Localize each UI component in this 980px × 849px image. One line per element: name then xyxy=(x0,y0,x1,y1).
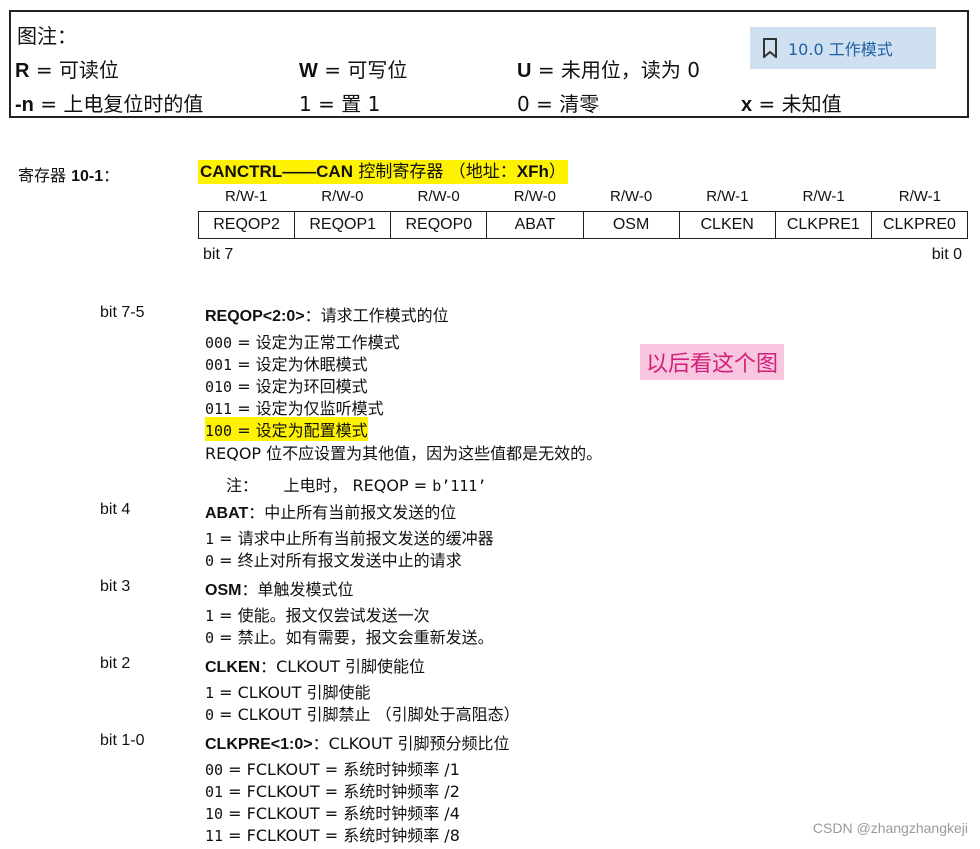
bit-cell: CLKEN xyxy=(678,211,776,239)
access-bit5: R/W-0 xyxy=(417,188,460,205)
bit-cell: REQOP1 xyxy=(294,211,392,239)
bit-heading: REQOP<2:0>：请求工作模式的位 xyxy=(205,306,449,325)
option-line: 010 = 设定为环回模式 xyxy=(205,377,368,396)
access-row: R/W-1 R/W-0 R/W-0 R/W-0 R/W-0 R/W-1 R/W-… xyxy=(198,188,968,208)
bookmark-link[interactable]: 10.0 工作模式 xyxy=(750,27,936,69)
option-line: 1 = 请求中止所有当前报文发送的缓冲器 xyxy=(205,529,494,548)
access-bit1: R/W-1 xyxy=(802,188,845,205)
bit-heading: OSM：单触发模式位 xyxy=(205,580,354,599)
access-bit4: R/W-0 xyxy=(513,188,556,205)
access-bit2: R/W-1 xyxy=(706,188,749,205)
bit-label: bit 4 xyxy=(100,501,131,518)
bit-heading: CLKPRE<1:0>：CLKOUT 引脚预分频比位 xyxy=(205,734,510,753)
option-line: 1 = CLKOUT 引脚使能 xyxy=(205,683,371,702)
register-title: CANCTRL——CAN 控制寄存器 （地址：XFh） xyxy=(198,160,568,184)
bit-heading: CLKEN：CLKOUT 引脚使能位 xyxy=(205,657,425,676)
bit-cell: CLKPRE1 xyxy=(774,211,872,239)
legend-item-zero: 0 = 清零 xyxy=(517,92,600,116)
access-bit0: R/W-1 xyxy=(898,188,941,205)
legend-title: 图注： xyxy=(17,24,77,48)
bookmark-label: 10.0 工作模式 xyxy=(788,40,893,59)
access-bit7: R/W-1 xyxy=(225,188,268,205)
access-bit6: R/W-0 xyxy=(321,188,364,205)
bit-cell: REQOP2 xyxy=(197,211,296,239)
option-line: 001 = 设定为休眠模式 xyxy=(205,355,368,374)
option-line: 011 = 设定为仅监听模式 xyxy=(205,399,384,418)
bit-low-label: bit 0 xyxy=(931,246,962,263)
legend-box: 图注： R = 可读位 W = 可写位 U = 未用位，读为 0 -n = 上电… xyxy=(9,10,969,118)
option-line: 00 = FCLKOUT = 系统时钟频率 /1 xyxy=(205,760,460,779)
legend-item-u: U = 未用位，读为 0 xyxy=(517,58,701,82)
option-line: 0 = 终止对所有报文发送中止的请求 xyxy=(205,551,462,570)
bit-label: bit 3 xyxy=(100,578,131,595)
bit-label: bit 7-5 xyxy=(100,304,145,321)
legend-item-n: -n = 上电复位时的值 xyxy=(15,92,204,116)
bit-cell: REQOP0 xyxy=(390,211,488,239)
option-line: 10 = FCLKOUT = 系统时钟频率 /4 xyxy=(205,804,460,823)
legend-item-x: x = 未知值 xyxy=(741,92,842,116)
watermark: CSDN @zhangzhangkeji xyxy=(812,820,968,836)
annotation-note: 以后看这个图 xyxy=(640,344,785,380)
bit-high-label: bit 7 xyxy=(203,246,234,263)
option-note: 注： 上电时， REQOP = b’111’ xyxy=(226,476,487,495)
bit-cell: OSM xyxy=(582,211,680,239)
option-line: 0 = CLKOUT 引脚禁止 （引脚处于高阻态） xyxy=(205,705,520,724)
bit-label: bit 1-0 xyxy=(100,732,145,749)
option-line: 0 = 禁止。如有需要，报文会重新发送。 xyxy=(205,628,494,647)
legend-item-r: R = 可读位 xyxy=(15,58,119,82)
bit-cell: ABAT xyxy=(486,211,584,239)
register-label: 寄存器 10-1： xyxy=(18,166,120,185)
option-line-highlighted: 100 = 设定为配置模式 xyxy=(205,417,368,441)
bookmark-icon xyxy=(763,38,777,58)
bit-label: bit 2 xyxy=(100,655,131,672)
option-line: 01 = FCLKOUT = 系统时钟频率 /2 xyxy=(205,782,460,801)
option-line: 000 = 设定为正常工作模式 xyxy=(205,333,400,352)
register-bits-table: REQOP2 REQOP1 REQOP0 ABAT OSM CLKEN CLKP… xyxy=(197,211,969,239)
option-extra: REQOP 位不应设置为其他值，因为这些值都是无效的。 xyxy=(205,444,603,463)
access-bit3: R/W-0 xyxy=(610,188,653,205)
bit-cell: CLKPRE0 xyxy=(870,211,969,239)
legend-item-one: 1 = 置 1 xyxy=(299,92,381,116)
legend-item-w: W = 可写位 xyxy=(299,58,408,82)
bit-heading: ABAT：中止所有当前报文发送的位 xyxy=(205,503,457,522)
option-line: 11 = FCLKOUT = 系统时钟频率 /8 xyxy=(205,826,460,845)
option-line: 1 = 使能。报文仅尝试发送一次 xyxy=(205,606,430,625)
